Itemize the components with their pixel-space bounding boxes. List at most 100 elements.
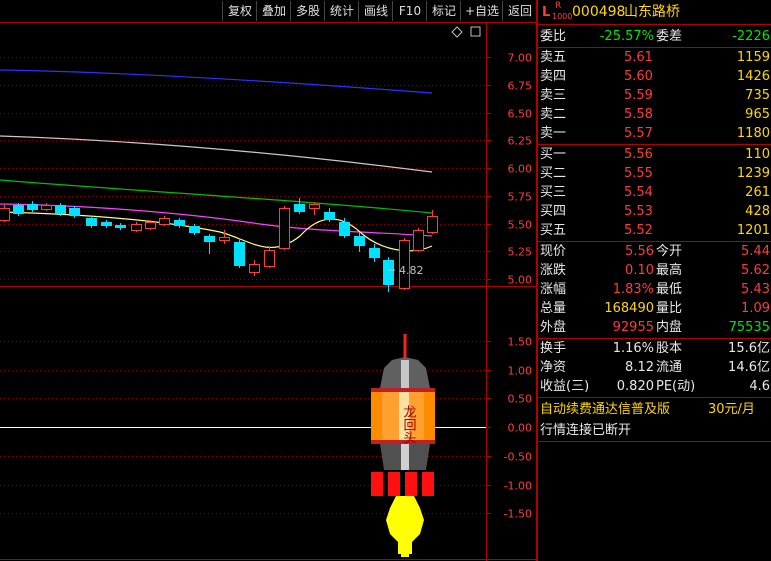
price-tick-label: 5.25 (508, 246, 533, 259)
ask-row[interactable]: 卖二 5.58 965 (538, 105, 771, 124)
ask-price: 5.61 (624, 50, 653, 65)
ask-volume: 965 (745, 107, 770, 122)
chart-area[interactable]: 复权 叠加 多股 统计 画线 F10 标记 +自选 返回 7.00 6.75 6.5… (0, 0, 537, 561)
stat-row: 总量 168490 量比 1.09 (538, 299, 771, 318)
stat-label: 今开 (656, 244, 683, 259)
candle-up (309, 204, 320, 209)
bid-price: 5.55 (624, 166, 653, 181)
ad-row[interactable]: 自动续费通达信普及版 30元/月 (538, 400, 771, 419)
stat-row: 换手 1.16% 股本 15.6亿 (538, 339, 771, 358)
ad-text[interactable]: 自动续费通达信普及版 (540, 400, 670, 419)
stat-label: 涨幅 (540, 282, 567, 297)
ask-row[interactable]: 卖一 5.57 1180 (538, 124, 771, 143)
indicator-tick-label: 0.50 (508, 393, 533, 406)
candle-down (339, 222, 350, 236)
commission-row: 委比 -25.57% 委差 -2226 (538, 27, 771, 46)
bid-row[interactable]: 买二 5.55 1239 (538, 164, 771, 183)
moving-average-lines (0, 69, 433, 252)
stat-value: 8.12 (625, 360, 654, 375)
diamond-icon[interactable] (451, 26, 463, 38)
rocket-icon: 龙回头 (371, 334, 435, 557)
commission-diff-value: -2226 (732, 29, 770, 44)
indicator-tick-label: 0.00 (508, 422, 533, 435)
bid-price: 5.54 (624, 185, 653, 200)
ask-price: 5.60 (624, 69, 653, 84)
candle-down (234, 242, 245, 266)
ask-row[interactable]: 卖四 5.60 1426 (538, 67, 771, 86)
stat-value: 5.43 (741, 282, 770, 297)
stat-label: 股本 (656, 341, 683, 356)
bid-price: 5.53 (624, 204, 653, 219)
ask-price: 5.58 (624, 107, 653, 122)
price-tick-label: 6.75 (508, 80, 533, 93)
candle-down (204, 236, 215, 242)
price-tick-label: 6.50 (508, 108, 533, 121)
ask-label: 卖一 (540, 126, 567, 141)
candle-down (55, 205, 66, 214)
ask-label: 卖四 (540, 69, 567, 84)
bid-row[interactable]: 买一 5.56 110 (538, 145, 771, 164)
bid-volume: 1239 (736, 166, 770, 181)
scroll-square-icon[interactable] (470, 26, 481, 37)
stat-label: 净资 (540, 360, 567, 375)
ask-label: 卖三 (540, 88, 567, 103)
stat-value: 5.44 (741, 244, 770, 259)
ask-row[interactable]: 卖三 5.59 735 (538, 86, 771, 105)
bid-volume: 428 (745, 204, 770, 219)
bid-label: 买一 (540, 147, 567, 162)
bid-label: 买五 (540, 223, 567, 238)
stock-name: 山东路桥 (624, 4, 680, 20)
candle-up (279, 208, 290, 249)
indicator-tick-label: -1.50 (504, 508, 532, 521)
candle-down (13, 205, 24, 214)
indicator-tick-label: -1.00 (504, 480, 532, 493)
candle-up (264, 250, 275, 267)
stat-row: 现价 5.56 今开 5.44 (538, 242, 771, 261)
price-tick-label: 5.00 (508, 274, 533, 287)
stat-value: 5.56 (625, 244, 654, 259)
price-tick-label: 6.25 (508, 135, 533, 148)
commission-diff-label: 委差 (656, 29, 683, 44)
ask-volume: 1159 (736, 50, 770, 65)
ask-volume: 735 (745, 88, 770, 103)
stat-value: 14.6亿 (728, 360, 770, 375)
bid-row[interactable]: 买四 5.53 428 (538, 202, 771, 221)
ad-price[interactable]: 30元/月 (708, 400, 755, 419)
candle-up (413, 230, 424, 251)
stat-label: 最低 (656, 282, 683, 297)
quote-panel: L R 1000 000498 山东路桥 委比 -25.57% 委差 -2226… (537, 0, 771, 561)
stat-label: 换手 (540, 341, 567, 356)
ask-price: 5.59 (624, 88, 653, 103)
candle-down (27, 204, 38, 210)
candle-down (69, 208, 80, 216)
bid-price: 5.52 (624, 223, 653, 238)
ma-line-blue (0, 69, 433, 94)
ask-volume: 1180 (736, 126, 770, 141)
candlestick-chart[interactable]: 7.00 6.75 6.50 6.25 6.00 5.75 5.50 5.25 5.00 1.5… (0, 0, 537, 561)
stat-label: 涨跌 (540, 263, 567, 278)
stat-value: 1.16% (612, 341, 654, 356)
stock-header: L R 1000 000498 山东路桥 (538, 1, 771, 22)
status-row: 行情连接已断开 (538, 421, 771, 440)
candle-up (41, 205, 52, 210)
bid-price: 5.56 (624, 147, 653, 162)
stat-label: 现价 (540, 244, 567, 259)
stat-value: 4.6 (749, 379, 770, 394)
ask-row[interactable]: 卖五 5.61 1159 (538, 48, 771, 67)
price-tick-label: 5.50 (508, 219, 533, 232)
candle-up (427, 216, 438, 233)
stat-value: 168490 (604, 301, 654, 316)
candles (0, 198, 438, 292)
bid-row[interactable]: 买五 5.52 1201 (538, 221, 771, 240)
candle-up (145, 222, 156, 229)
bid-row[interactable]: 买三 5.54 261 (538, 183, 771, 202)
rocket-label: 龙回头 (401, 405, 417, 444)
candle-up (159, 218, 170, 225)
indicator-tick-label: -0.50 (504, 451, 532, 464)
bid-label: 买四 (540, 204, 567, 219)
candle-up (131, 224, 142, 231)
bid-volume: 110 (745, 147, 770, 162)
candle-down (174, 220, 185, 226)
candle-down (189, 226, 200, 233)
commission-ratio-value: -25.57% (599, 29, 654, 44)
